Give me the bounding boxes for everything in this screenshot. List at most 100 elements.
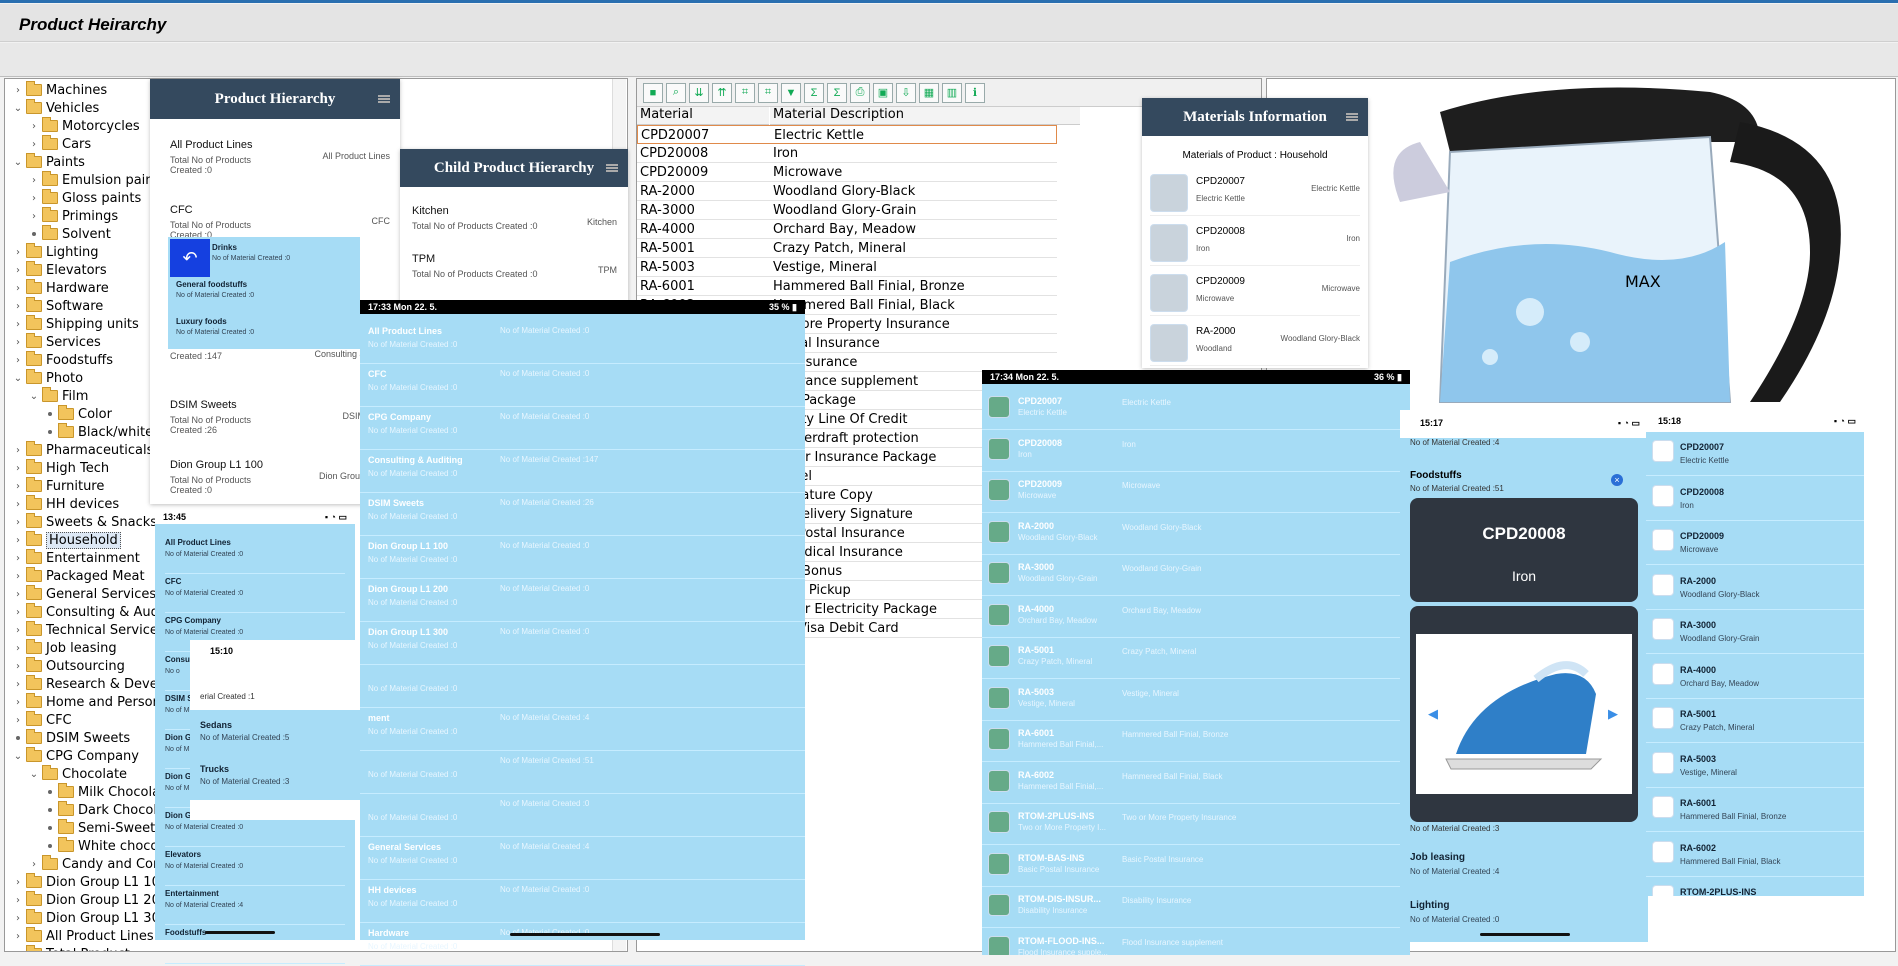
tablet-list-item[interactable]: No of Material Created :0 No of Material …	[360, 795, 805, 837]
tree-node[interactable]: › HH devices	[13, 495, 119, 513]
phone-material-item[interactable]: RA-4000 Orchard Bay, Meadow	[1646, 655, 1864, 699]
tablet-material-item[interactable]: CPD20008 Iron Iron	[982, 432, 1410, 472]
collapsed-arrow-icon[interactable]: ›	[13, 355, 23, 366]
chart-icon[interactable]: ▥	[942, 82, 962, 103]
collapsed-arrow-icon[interactable]: ›	[13, 283, 23, 294]
tree-node[interactable]: › Emulsion paints	[29, 171, 165, 189]
collapsed-arrow-icon[interactable]: ›	[29, 139, 39, 150]
tablet-list-item[interactable]: CPG Company No of Material Created :0 No o…	[360, 408, 805, 450]
phone-material-item[interactable]: CPD20009 Microwave	[1646, 521, 1864, 565]
tree-node[interactable]: › Technical Services	[13, 621, 165, 639]
menu-icon[interactable]	[1346, 113, 1358, 121]
tree-node[interactable]: › Packaged Meat	[13, 567, 145, 585]
collapsed-arrow-icon[interactable]: ›	[13, 247, 23, 258]
phone-list-item[interactable]: Lighting No of Material Created :0	[1410, 900, 1499, 924]
popup-item[interactable]: Luxury foods No of Material Created :0	[176, 317, 254, 336]
subtotal-icon[interactable]: Σ	[827, 82, 847, 103]
sort-asc-icon[interactable]: ⇊	[689, 82, 709, 103]
collapsed-arrow-icon[interactable]: ›	[29, 193, 39, 204]
table-row[interactable]: RA-5001 Crazy Patch, Mineral	[637, 239, 1057, 258]
tree-node[interactable]: › Pharmaceuticals	[13, 441, 153, 459]
collapsed-arrow-icon[interactable]: ›	[13, 301, 23, 312]
collapsed-arrow-icon[interactable]: ›	[29, 211, 39, 222]
tree-node[interactable]: Color	[45, 405, 112, 423]
collapsed-arrow-icon[interactable]: ›	[13, 643, 23, 654]
foodstuffs-label[interactable]: Foodstuffs	[1410, 470, 1462, 481]
collapsed-arrow-icon[interactable]: ›	[13, 895, 23, 906]
tablet-list-item[interactable]: HardwareNo of Material Created :0No of M…	[360, 924, 805, 966]
tree-node[interactable]: › Entertainment	[13, 549, 140, 567]
popup-item[interactable]: Drinks No of Material Created :0	[212, 243, 290, 262]
filter-icon[interactable]: ▼	[781, 82, 801, 103]
material-item[interactable]: CPD20007 Electric Kettle Electric Kettle	[1150, 170, 1360, 216]
tree-node[interactable]: › Research & Develop	[13, 675, 178, 693]
tree-node[interactable]: › All Product Lines	[13, 927, 154, 945]
material-item[interactable]: CPD20009 Microwave Microwave	[1150, 270, 1360, 316]
tablet-material-item[interactable]: RTOM-2PLUS-INS Two or More Property I... T…	[982, 805, 1410, 845]
tablet-material-item[interactable]: CPD20009 Microwave Microwave	[982, 473, 1410, 513]
tablet-material-item[interactable]: RTOM-DIS-INSUR... Disability Insurance Dis…	[982, 888, 1410, 928]
expanded-arrow-icon[interactable]: ⌄	[29, 391, 39, 402]
collapsed-arrow-icon[interactable]: ›	[13, 661, 23, 672]
phone-list-item[interactable]: CFC No of Material Created :0	[165, 577, 345, 613]
tree-node[interactable]: › Household	[13, 531, 121, 549]
table-row[interactable]: CPD20007 Electric Kettle	[637, 125, 1057, 144]
tree-node[interactable]: ⌄ Chocolate	[29, 765, 127, 783]
tree-node[interactable]: Semi-Sweet C	[45, 819, 168, 837]
collapsed-arrow-icon[interactable]: ›	[13, 481, 23, 492]
back-icon[interactable]: ↶	[170, 239, 210, 277]
hierarchy-item[interactable]: All Product Lines Total No of Products Cr…	[170, 139, 390, 184]
material-item[interactable]: RA-2000 Woodland Woodland Glory-Black	[1150, 320, 1360, 366]
tree-node[interactable]: › Job leasing	[13, 639, 117, 657]
tree-node[interactable]: › Total Product	[13, 945, 130, 952]
tree-node[interactable]: ⌄ CPG Company	[13, 747, 139, 765]
collapsed-arrow-icon[interactable]: ›	[29, 859, 39, 870]
phone-list-item[interactable]: Entertainment No of Material Created :4	[165, 889, 345, 925]
child-hierarchy-item[interactable]: Kitchen Total No of Products Created :0 Ki…	[412, 205, 617, 231]
tablet-list-item[interactable]: Dion Group L1 300 No of Material Created …	[360, 623, 805, 665]
tree-node[interactable]: Solvent	[29, 225, 111, 243]
expanded-arrow-icon[interactable]: ⌄	[13, 751, 23, 762]
expanded-arrow-icon[interactable]: ⌄	[13, 373, 23, 384]
tablet-material-item[interactable]: CPD20007 Electric Kettle Electric Kettle	[982, 390, 1410, 430]
table-row[interactable]: RA-5003 Vestige, Mineral	[637, 258, 1057, 277]
tablet-material-item[interactable]: RA-2000 Woodland Glory-Black Woodland Glor…	[982, 515, 1410, 555]
info-icon[interactable]: ℹ	[965, 82, 985, 103]
tablet-list-item[interactable]: No of Material Created :0 No of Material …	[360, 752, 805, 794]
table-row[interactable]: CPD20008 Iron	[637, 144, 1057, 163]
tree-node[interactable]: › Lighting	[13, 243, 99, 261]
tree-node[interactable]: White chocola	[45, 837, 170, 855]
popup-item[interactable]: General foodstuffs No of Material Created…	[176, 280, 254, 299]
tablet-material-item[interactable]: RA-5001 Crazy Patch, Mineral Crazy Patch, …	[982, 639, 1410, 679]
table-row[interactable]: RA-3000 Woodland Glory-Grain	[637, 201, 1057, 220]
tree-node[interactable]: › Primings	[29, 207, 118, 225]
tree-node[interactable]: › Outsourcing	[13, 657, 125, 675]
collapsed-arrow-icon[interactable]: ›	[13, 913, 23, 924]
collapsed-arrow-icon[interactable]: ›	[13, 85, 23, 96]
collapsed-arrow-icon[interactable]: ›	[13, 607, 23, 618]
tablet-list-item[interactable]: All Product Lines No of Material Created …	[360, 322, 805, 364]
print-icon[interactable]: ⎙	[850, 82, 870, 103]
next-arrow-icon[interactable]: ▶	[1608, 706, 1618, 722]
tree-node[interactable]: › Candy and Confe	[29, 855, 174, 873]
tablet-material-item[interactable]: RA-3000 Woodland Glory-Grain Woodland Glor…	[982, 556, 1410, 596]
tree-node[interactable]: › Cars	[29, 135, 91, 153]
child-hierarchy-item[interactable]: TPM Total No of Products Created :0 TPM	[412, 253, 617, 279]
collapsed-arrow-icon[interactable]: ›	[13, 625, 23, 636]
collapsed-arrow-icon[interactable]: ›	[13, 463, 23, 474]
phone-material-item[interactable]: CPD20007 Electric Kettle	[1646, 432, 1864, 476]
tree-node[interactable]: › Shipping units	[13, 315, 139, 333]
tree-node[interactable]: Milk Chocolate	[45, 783, 173, 801]
collapsed-arrow-icon[interactable]: ›	[13, 445, 23, 456]
table-row[interactable]: RA-2000 Woodland Glory-Black	[637, 182, 1057, 201]
tree-node[interactable]: › Elevators	[13, 261, 107, 279]
tree-node[interactable]: › High Tech	[13, 459, 109, 477]
menu-icon[interactable]	[378, 95, 390, 103]
tree-node[interactable]: › General Services	[13, 585, 156, 603]
tree-node[interactable]: › Sweets & Snacks	[13, 513, 157, 531]
phone-material-item[interactable]: RA-3000 Woodland Glory-Grain	[1646, 610, 1864, 654]
collapsed-arrow-icon[interactable]: ›	[13, 535, 23, 546]
tree-node[interactable]: › Foodstuffs	[13, 351, 113, 369]
tree-node[interactable]: › Machines	[13, 81, 107, 99]
collapsed-arrow-icon[interactable]: ›	[13, 949, 23, 952]
